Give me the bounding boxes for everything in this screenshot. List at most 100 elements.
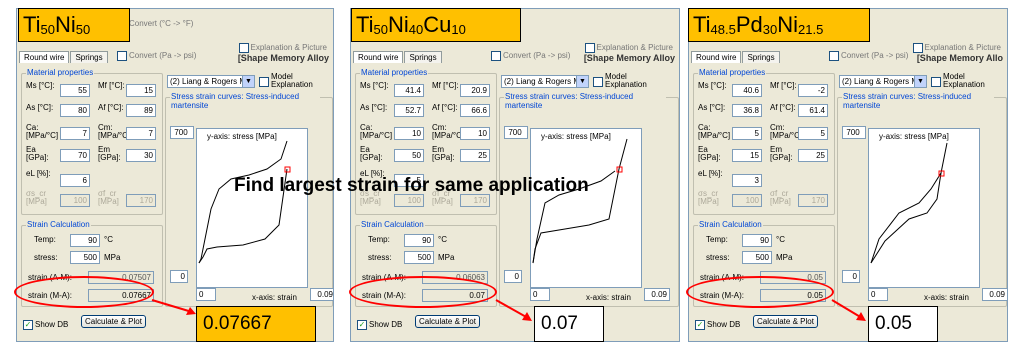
app-title-label: [Shape Memory Allo	[916, 53, 1003, 63]
calculate-plot-button[interactable]: Calculate & Plot	[81, 315, 146, 328]
em-field[interactable]: 30	[126, 149, 156, 162]
el-field[interactable]: 3	[732, 174, 762, 187]
result-value-box-2: 0.07	[534, 306, 604, 342]
temp-field[interactable]: 90	[742, 234, 772, 247]
model-explanation-checkbox[interactable]	[593, 77, 603, 87]
cm-field[interactable]: 7	[126, 127, 156, 140]
el-field[interactable]: 6	[60, 174, 90, 187]
ymax-field[interactable]: 700	[842, 126, 866, 139]
checkbox-icon[interactable]	[829, 51, 839, 61]
xmin-field[interactable]: 0	[530, 288, 550, 301]
em-field[interactable]: 25	[798, 149, 828, 162]
model-select[interactable]: (2) Liang & Rogers Mo ▼	[501, 75, 589, 88]
xmax-field[interactable]: 0.09	[310, 288, 333, 301]
stress-label: stress:	[368, 253, 392, 262]
mf-field[interactable]: -2	[798, 84, 828, 97]
element-symbol: Ti	[23, 12, 41, 37]
sigma-s-field: 100	[732, 194, 762, 207]
temp-unit: °C	[438, 235, 447, 244]
ca-field[interactable]: 10	[394, 127, 424, 140]
explanation-picture-checkbox[interactable]: Explanation & Picture	[912, 43, 1001, 53]
stress-strain-chart: y-axis: stress [MPa]	[530, 128, 642, 288]
tab-round-wire[interactable]: Round wire	[19, 51, 70, 63]
checkbox-icon[interactable]	[912, 43, 923, 53]
stress-field[interactable]: 500	[70, 251, 100, 264]
xmin-field[interactable]: 0	[196, 288, 216, 301]
em-field[interactable]: 25	[460, 149, 490, 162]
convert-pressure-checkbox[interactable]: Convert (Pa -> psi)	[491, 51, 570, 61]
xmin-field[interactable]: 0	[868, 288, 888, 301]
checkmark-icon[interactable]	[357, 319, 367, 330]
mf-field[interactable]: 15	[126, 84, 156, 97]
tab-springs[interactable]: Springs	[70, 51, 108, 63]
x-axis-label: x-axis: strain	[586, 293, 631, 302]
checkbox-icon[interactable]	[117, 51, 127, 61]
mf-label: Mf [°C]:	[770, 81, 797, 90]
explanation-picture-checkbox[interactable]: Explanation & Picture	[584, 43, 673, 53]
as-field[interactable]: 36.8	[732, 104, 762, 117]
checkmark-icon[interactable]	[695, 319, 705, 330]
af-field[interactable]: 66.6	[460, 104, 490, 117]
checkbox-icon[interactable]	[491, 51, 501, 61]
cm-field[interactable]: 5	[798, 127, 828, 140]
model-select[interactable]: (2) Liang & Rogers Mo ▼	[839, 75, 927, 88]
temp-unit: °C	[776, 235, 785, 244]
explanation-picture-checkbox[interactable]: Explanation & Picture	[238, 43, 327, 53]
ms-field[interactable]: 41.4	[394, 84, 424, 97]
element-fraction: 50	[75, 22, 91, 37]
af-field[interactable]: 61.4	[798, 104, 828, 117]
ymin-field[interactable]: 0	[170, 270, 188, 283]
ms-field[interactable]: 55	[60, 84, 90, 97]
checkbox-icon[interactable]	[238, 43, 249, 53]
ms-field[interactable]: 40.6	[732, 84, 762, 97]
tab-round-wire[interactable]: Round wire	[353, 51, 404, 63]
mf-field[interactable]: 20.9	[460, 84, 490, 97]
as-field[interactable]: 52.7	[394, 104, 424, 117]
ymax-field[interactable]: 700	[504, 126, 528, 139]
tab-round-wire[interactable]: Round wire	[691, 51, 742, 63]
ea-field[interactable]: 70	[60, 149, 90, 162]
temp-field[interactable]: 90	[404, 234, 434, 247]
ymin-field[interactable]: 0	[504, 270, 522, 283]
show-db-checkbox[interactable]: Show DB	[23, 319, 68, 330]
tab-springs[interactable]: Springs	[404, 51, 442, 63]
overlay-caption: Find largest strain for same application	[234, 175, 589, 196]
convert-pressure-checkbox[interactable]: Convert (Pa -> psi)	[117, 51, 196, 61]
stress-field[interactable]: 500	[404, 251, 434, 264]
x-axis-label: x-axis: strain	[252, 293, 297, 302]
checkmark-icon[interactable]	[23, 319, 33, 330]
tab-springs[interactable]: Springs	[742, 51, 780, 63]
model-explanation-checkbox[interactable]	[259, 77, 269, 87]
stress-field[interactable]: 500	[742, 251, 772, 264]
ea-field[interactable]: 50	[394, 149, 424, 162]
xmax-field[interactable]: 0.09	[982, 288, 1007, 301]
curve-svg	[532, 138, 628, 264]
chevron-down-icon[interactable]: ▼	[242, 76, 254, 87]
group-label: Material properties	[26, 68, 95, 77]
model-explanation-label: Model Explanation	[271, 72, 313, 89]
temp-field[interactable]: 90	[70, 234, 100, 247]
model-explanation-checkbox[interactable]	[931, 77, 941, 87]
ca-field[interactable]: 7	[60, 127, 90, 140]
calculate-plot-button[interactable]: Calculate & Plot	[753, 315, 818, 328]
chevron-down-icon[interactable]: ▼	[576, 76, 588, 87]
element-symbol: Ti	[693, 12, 711, 37]
ea-label: Ea [GPa]:	[698, 145, 721, 162]
show-db-checkbox[interactable]: Show DB	[695, 319, 740, 330]
af-field[interactable]: 89	[126, 104, 156, 117]
show-db-checkbox[interactable]: Show DB	[357, 319, 402, 330]
as-field[interactable]: 80	[60, 104, 90, 117]
model-select[interactable]: (2) Liang & Rogers Mo ▼	[167, 75, 255, 88]
cm-field[interactable]: 10	[460, 127, 490, 140]
chevron-down-icon[interactable]: ▼	[914, 76, 926, 87]
xmax-field[interactable]: 0.09	[644, 288, 670, 301]
ymax-field[interactable]: 700	[170, 126, 194, 139]
ymin-field[interactable]: 0	[842, 270, 860, 283]
calculate-plot-button[interactable]: Calculate & Plot	[415, 315, 480, 328]
ea-field[interactable]: 15	[732, 149, 762, 162]
convert-pressure-checkbox[interactable]: Convert (Pa -> psi)	[829, 51, 908, 61]
element-symbol: Ti	[356, 12, 374, 37]
checkbox-icon[interactable]	[584, 43, 595, 53]
ca-field[interactable]: 5	[732, 127, 762, 140]
stress-marker	[284, 166, 291, 173]
